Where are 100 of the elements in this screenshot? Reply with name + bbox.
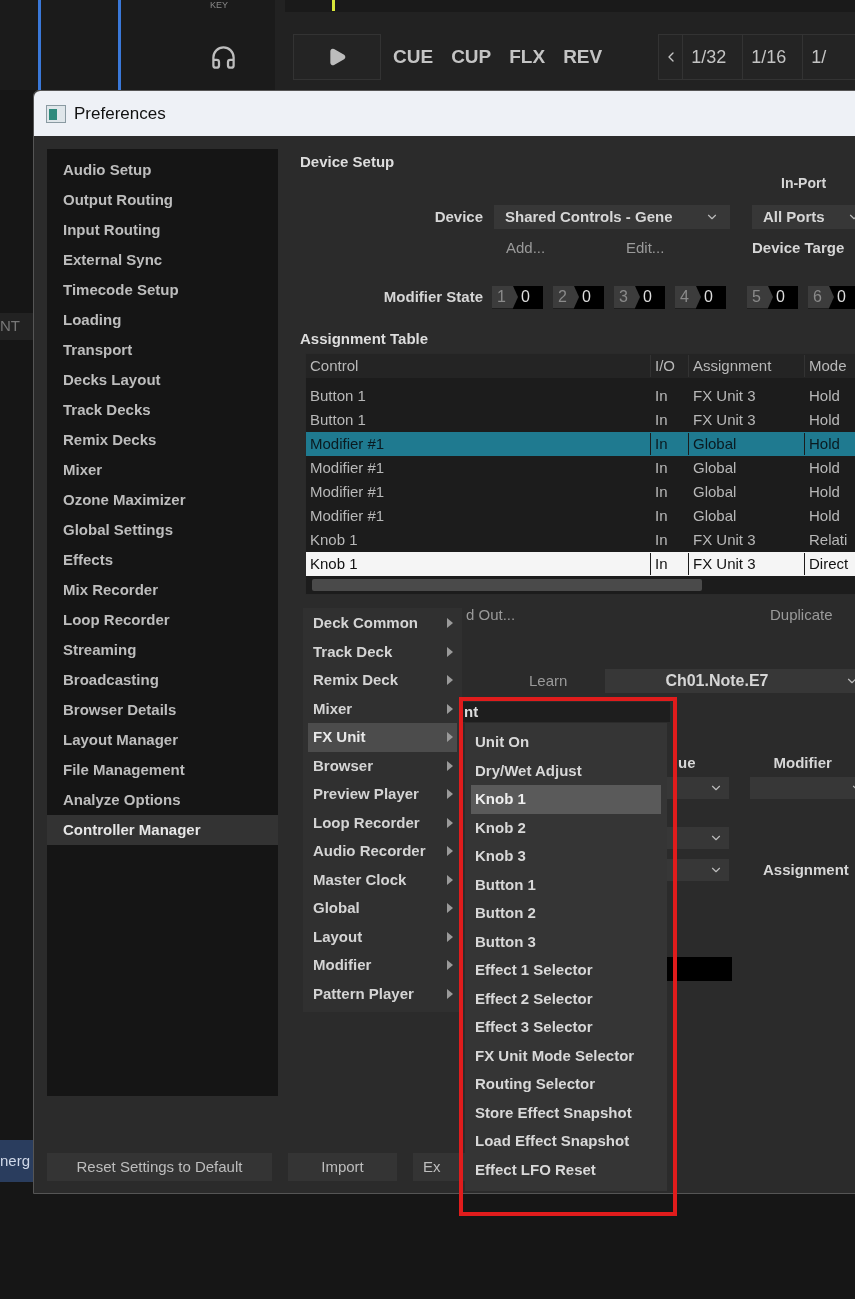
menu-item[interactable]: FX Unit Mode Selector — [471, 1041, 661, 1070]
add-out-button[interactable]: d Out... — [466, 603, 586, 627]
sidebar-item[interactable]: Effects — [47, 545, 278, 575]
sidebar-item[interactable]: Remix Decks — [47, 425, 278, 455]
transport-button[interactable]: CUE — [391, 42, 436, 72]
footer-button[interactable]: Import — [288, 1153, 397, 1181]
device-dropdown[interactable]: Shared Controls - Gene — [494, 205, 730, 229]
sidebar-item[interactable]: Browser Details — [47, 695, 278, 725]
menu-item[interactable]: Master Clock — [308, 865, 457, 894]
edit-button[interactable]: Edit... — [626, 236, 716, 260]
menu-item[interactable]: Modifier — [308, 951, 457, 980]
table-cell-text: Hold — [808, 505, 841, 526]
menu-item[interactable]: Effect 1 Selector — [471, 956, 661, 985]
column-header[interactable]: Control — [306, 354, 651, 378]
sidebar-item[interactable]: Ozone Maximizer — [47, 485, 278, 515]
menu-item[interactable]: Audio Recorder — [308, 837, 457, 866]
menu-item[interactable]: Remix Deck — [308, 666, 457, 695]
footer-button[interactable]: Reset Settings to Default — [47, 1153, 272, 1181]
loop-size-button[interactable]: 1/ — [803, 35, 855, 79]
menu-item[interactable]: Routing Selector — [471, 1070, 661, 1099]
menu-item[interactable]: Browser — [308, 751, 457, 780]
text-field[interactable]: nt — [460, 702, 670, 722]
sidebar-item[interactable]: Transport — [47, 335, 278, 365]
caret-icon — [447, 817, 453, 828]
play-icon — [327, 47, 347, 67]
menu-item[interactable]: Mixer — [308, 694, 457, 723]
footer-button[interactable]: Ex — [413, 1153, 465, 1181]
menu-item[interactable]: Unit On — [471, 728, 661, 757]
menu-item[interactable]: Knob 3 — [471, 842, 661, 871]
scrollbar[interactable] — [312, 579, 702, 591]
menu-item[interactable]: Effect LFO Reset — [471, 1155, 661, 1184]
sidebar-item[interactable]: Mix Recorder — [47, 575, 278, 605]
table-cell-text: Hold — [808, 385, 841, 406]
window-title: Preferences — [74, 102, 166, 125]
menu-item[interactable]: Button 3 — [471, 927, 661, 956]
sidebar-item[interactable]: Track Decks — [47, 395, 278, 425]
learn-button[interactable]: Learn — [529, 669, 568, 693]
learn-dropdown[interactable]: Ch01.Note.E7 — [605, 669, 855, 693]
sidebar-item[interactable]: Loading — [47, 305, 278, 335]
table-row[interactable]: Knob 1 In FX Unit 3 Direct — [306, 552, 855, 576]
in-port-dropdown[interactable]: All Ports — [752, 205, 855, 229]
menu-item[interactable]: Deck Common — [308, 609, 457, 638]
sidebar-item[interactable]: Controller Manager — [47, 815, 278, 845]
caret-icon — [447, 903, 453, 914]
column-header[interactable]: Mode — [805, 354, 855, 378]
table-row[interactable]: Button 1 In FX Unit 3 Hold — [306, 408, 855, 432]
table-row[interactable]: Modifier #1 In Global Hold — [306, 456, 855, 480]
menu-item[interactable]: Effect 2 Selector — [471, 984, 661, 1013]
loop-size-button[interactable]: 1/32 — [683, 35, 744, 79]
menu-item[interactable]: Load Effect Snapshot — [471, 1127, 661, 1156]
caret-icon — [447, 988, 453, 999]
menu-item[interactable]: Loop Recorder — [308, 808, 457, 837]
sidebar-item[interactable]: Analyze Options — [47, 785, 278, 815]
menu-item[interactable]: Store Effect Snapshot — [471, 1098, 661, 1127]
table-row[interactable]: Modifier #1 In Global Hold — [306, 432, 855, 456]
sidebar-item[interactable]: Audio Setup — [47, 155, 278, 185]
sidebar-item[interactable]: External Sync — [47, 245, 278, 275]
menu-item[interactable]: Layout — [308, 922, 457, 951]
sidebar-item[interactable]: Output Routing — [47, 185, 278, 215]
add-button[interactable]: Add... — [506, 236, 596, 260]
table-row[interactable]: Modifier #1 In Global Hold — [306, 504, 855, 528]
caret-icon — [447, 675, 453, 686]
modifier-state-label: Modifier State — [382, 286, 483, 307]
sidebar-item[interactable]: Input Routing — [47, 215, 278, 245]
column-header[interactable]: Assignment — [689, 354, 805, 378]
menu-item[interactable]: Button 1 — [471, 870, 661, 899]
sidebar-item[interactable]: File Management — [47, 755, 278, 785]
input-field[interactable] — [666, 957, 732, 981]
sidebar-item[interactable]: Timecode Setup — [47, 275, 278, 305]
caret-icon — [447, 789, 453, 800]
menu-item[interactable]: Button 2 — [471, 899, 661, 928]
duplicate-button[interactable]: Duplicate — [770, 603, 833, 627]
menu-item[interactable]: Knob 1 — [471, 785, 661, 814]
sidebar-item[interactable]: Global Settings — [47, 515, 278, 545]
transport-button[interactable]: REV — [561, 42, 605, 72]
transport-button[interactable]: FLX — [507, 42, 548, 72]
sidebar-item[interactable]: Decks Layout — [47, 365, 278, 395]
sidebar-item[interactable]: Streaming — [47, 635, 278, 665]
menu-item[interactable]: Knob 2 — [471, 813, 661, 842]
play-button[interactable] — [293, 34, 381, 80]
menu-item[interactable]: Preview Player — [308, 780, 457, 809]
loop-size-button[interactable]: 1/16 — [743, 35, 804, 79]
modifier-value: 0 — [642, 287, 653, 307]
table-row[interactable]: Button 1 In FX Unit 3 Hold — [306, 384, 855, 408]
sidebar-item[interactable]: Layout Manager — [47, 725, 278, 755]
menu-item[interactable]: Track Deck — [308, 637, 457, 666]
sidebar-item[interactable]: Loop Recorder — [47, 605, 278, 635]
table-row[interactable]: Knob 1 In FX Unit 3 Relati — [306, 528, 855, 552]
sidebar-item[interactable]: Mixer — [47, 455, 278, 485]
menu-item[interactable]: Pattern Player — [308, 979, 457, 1008]
table-row[interactable]: Modifier #1 In Global Hold — [306, 480, 855, 504]
headphones-icon[interactable] — [210, 44, 237, 71]
column-header[interactable]: I/O — [651, 354, 689, 378]
sidebar-item[interactable]: Broadcasting — [47, 665, 278, 695]
transport-button[interactable]: CUP — [449, 42, 494, 72]
menu-item[interactable]: Dry/Wet Adjust — [471, 756, 661, 785]
dropdown-value: Ch01.Note.E7 — [665, 671, 769, 691]
menu-item[interactable]: Effect 3 Selector — [471, 1013, 661, 1042]
menu-item[interactable]: Global — [308, 894, 457, 923]
menu-item[interactable]: FX Unit — [308, 723, 457, 752]
